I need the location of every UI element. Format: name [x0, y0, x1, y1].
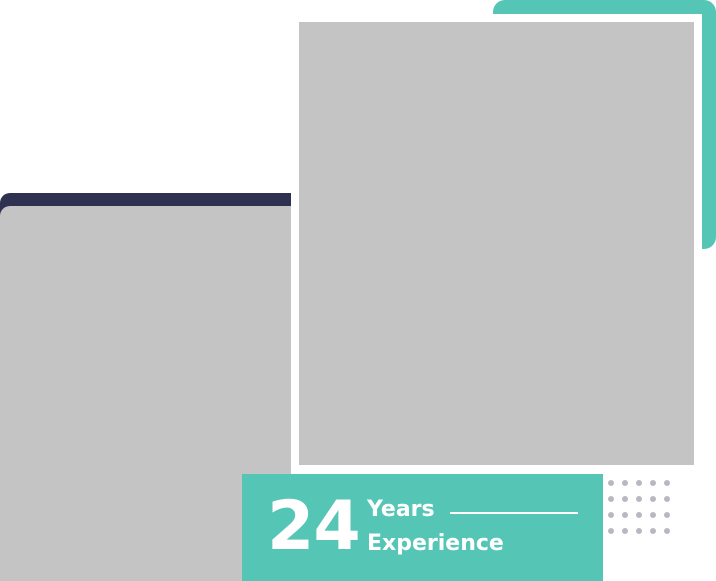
experience-years-number: 24	[267, 487, 361, 566]
decorative-dot	[622, 480, 628, 486]
decorative-dot	[664, 480, 670, 486]
decorative-dot	[664, 528, 670, 534]
decorative-dot	[650, 528, 656, 534]
decorative-dot	[650, 512, 656, 518]
decorative-dot	[608, 480, 614, 486]
right-image-placeholder	[299, 22, 694, 465]
decorative-dot	[636, 496, 642, 502]
experience-badge: 24 Years Experience	[242, 474, 603, 581]
decorative-dot-grid	[608, 480, 672, 536]
experience-divider-line	[450, 512, 578, 514]
experience-label-experience: Experience	[367, 531, 504, 556]
decorative-dot	[636, 512, 642, 518]
decorative-dot	[636, 480, 642, 486]
decorative-dot	[608, 496, 614, 502]
decorative-dot	[608, 512, 614, 518]
decorative-dot	[664, 496, 670, 502]
experience-label-years: Years	[367, 497, 435, 522]
decorative-dot	[608, 528, 614, 534]
decorative-dot	[664, 512, 670, 518]
decorative-dot	[622, 496, 628, 502]
decorative-dot	[622, 512, 628, 518]
decorative-dot	[650, 480, 656, 486]
decorative-dot	[622, 528, 628, 534]
decorative-dot	[650, 496, 656, 502]
decorative-dot	[636, 528, 642, 534]
